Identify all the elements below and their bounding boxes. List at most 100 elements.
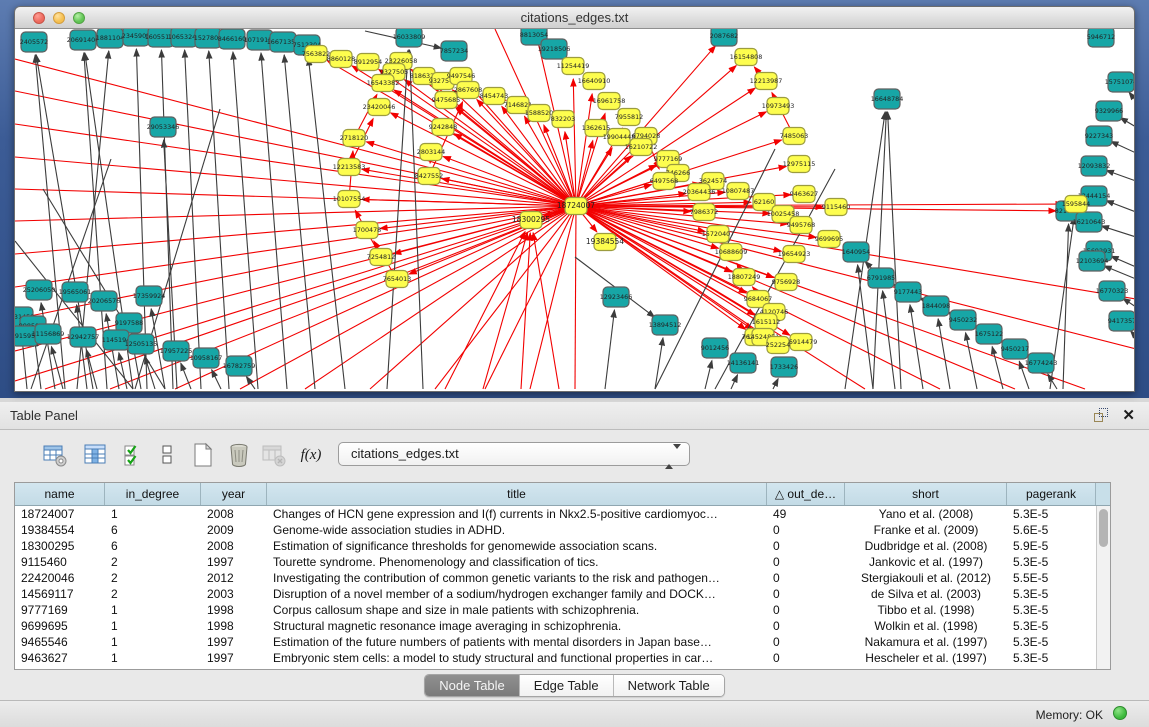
table-row[interactable]: 1938455462009Genome-wide association stu… bbox=[15, 522, 1110, 538]
graph-node[interactable]: 8860128 bbox=[327, 51, 355, 68]
graph-node[interactable]: 9177443 bbox=[894, 282, 922, 302]
graph-node[interactable]: 19218506 bbox=[538, 39, 571, 59]
graph-node[interactable]: 16154808 bbox=[730, 49, 763, 66]
graph-node[interactable]: 12213583 bbox=[333, 159, 366, 176]
graph-node[interactable]: 19654923 bbox=[778, 246, 811, 263]
show-columns-icon[interactable] bbox=[80, 440, 110, 470]
graph-node[interactable]: 12923466 bbox=[600, 287, 633, 307]
table-row[interactable]: 946554611997Estimation of the future num… bbox=[15, 634, 1110, 650]
graph-node[interactable]: 11254419 bbox=[557, 58, 590, 75]
graph-node[interactable]: 9242848 bbox=[429, 119, 457, 136]
graph-node[interactable]: 12093832 bbox=[1078, 156, 1111, 176]
graph-node[interactable]: 9450217 bbox=[1001, 339, 1029, 359]
graph-node[interactable]: 1675122 bbox=[975, 324, 1003, 344]
graph-node[interactable]: 6497568 bbox=[650, 173, 678, 190]
graph-node[interactable]: 9227343 bbox=[1085, 126, 1113, 146]
network-graph-canvas[interactable]: 2405572206914061881104234590516055127106… bbox=[15, 29, 1135, 392]
graph-node[interactable]: 20691406 bbox=[67, 30, 100, 50]
column-header-year[interactable]: year bbox=[201, 483, 267, 505]
graph-node[interactable]: 7485063 bbox=[780, 128, 808, 145]
graph-node[interactable]: 12103694 bbox=[1076, 251, 1109, 271]
graph-node[interactable]: 9417357 bbox=[1108, 311, 1135, 331]
graph-node[interactable]: 2803144 bbox=[417, 144, 445, 161]
tab-node-table[interactable]: Node Table bbox=[425, 675, 520, 696]
graph-node[interactable]: 16210643 bbox=[1073, 212, 1106, 232]
zoom-window-button[interactable] bbox=[73, 12, 85, 24]
graph-node[interactable]: 7955812 bbox=[615, 109, 643, 126]
graph-node[interactable]: 62160 bbox=[753, 194, 775, 211]
column-header-name[interactable]: name bbox=[15, 483, 105, 505]
citation-network-graph[interactable]: 2405572206914061881104234590516055127106… bbox=[15, 29, 1135, 392]
scrollbar-thumb[interactable] bbox=[1099, 509, 1108, 547]
network-window-titlebar[interactable]: citations_edges.txt bbox=[15, 7, 1134, 29]
graph-node[interactable]: 9329966 bbox=[1095, 101, 1123, 121]
graph-node[interactable]: 29053346 bbox=[147, 117, 180, 137]
graph-node[interactable]: 1640954 bbox=[842, 242, 870, 262]
create-column-icon[interactable] bbox=[188, 440, 218, 470]
row-selection-icon[interactable] bbox=[119, 440, 149, 470]
graph-node[interactable]: 10958167 bbox=[190, 348, 223, 368]
table-row[interactable]: 969969511998Structural magnetic resonanc… bbox=[15, 618, 1110, 634]
memory-status-led[interactable] bbox=[1113, 706, 1127, 720]
graph-node[interactable]: 17359924 bbox=[133, 286, 166, 306]
graph-node[interactable]: 2087682 bbox=[710, 29, 738, 46]
graph-node[interactable]: 1733426 bbox=[770, 357, 798, 377]
delete-columns-icon[interactable] bbox=[224, 440, 254, 470]
table-row[interactable]: 946362711997Embryonic stem cells: a mode… bbox=[15, 650, 1110, 666]
graph-node[interactable]: 7857234 bbox=[440, 41, 468, 61]
graph-node[interactable]: 2405572 bbox=[20, 32, 48, 52]
graph-node[interactable]: 6791985 bbox=[867, 268, 895, 288]
float-panel-icon[interactable] bbox=[1093, 408, 1109, 424]
graph-node[interactable]: 832203 bbox=[551, 111, 575, 128]
tab-network-table[interactable]: Network Table bbox=[614, 675, 724, 696]
graph-node[interactable]: 16770323 bbox=[1096, 281, 1129, 301]
graph-node[interactable]: 7986372 bbox=[690, 204, 718, 221]
graph-node[interactable]: 16640910 bbox=[578, 73, 611, 90]
graph-node[interactable]: 8427552 bbox=[415, 168, 443, 185]
graph-node[interactable]: 9699695 bbox=[815, 231, 843, 248]
graph-node[interactable]: 2867608 bbox=[454, 82, 482, 99]
graph-node[interactable]: 9450232 bbox=[949, 310, 977, 330]
graph-node[interactable]: 19565061 bbox=[59, 282, 92, 302]
delete-table-icon[interactable] bbox=[259, 440, 289, 470]
graph-node[interactable]: 17957225 bbox=[160, 341, 193, 361]
graph-node[interactable]: 16782759 bbox=[223, 356, 256, 376]
graph-node[interactable]: 9495768 bbox=[787, 217, 815, 234]
graph-node[interactable]: 9012456 bbox=[701, 338, 729, 358]
graph-node[interactable]: 16648784 bbox=[871, 89, 904, 109]
function-builder-icon[interactable]: f(x) bbox=[296, 440, 326, 470]
graph-node[interactable]: 252254 bbox=[766, 337, 790, 354]
graph-node[interactable]: 9463627 bbox=[790, 186, 818, 203]
graph-node[interactable]: 25206050 bbox=[23, 280, 56, 300]
table-selector-dropdown[interactable]: citations_edges.txt bbox=[338, 442, 690, 466]
table-row[interactable]: 1456911722003Disruption of a novel membe… bbox=[15, 586, 1110, 602]
graph-node[interactable]: 1700478 bbox=[353, 222, 381, 239]
tab-edge-table[interactable]: Edge Table bbox=[520, 675, 614, 696]
column-header-title[interactable]: title bbox=[267, 483, 767, 505]
table-options-icon[interactable] bbox=[40, 440, 70, 470]
graph-node[interactable]: 12975115 bbox=[783, 156, 816, 173]
table-row[interactable]: 977716911998Corpus callosum shape and si… bbox=[15, 602, 1110, 618]
graph-node[interactable]: 1595844 bbox=[1062, 196, 1090, 213]
graph-node[interactable]: 16774243 bbox=[1025, 353, 1058, 373]
graph-node[interactable]: 2718120 bbox=[340, 130, 368, 147]
graph-node[interactable]: 10107554 bbox=[333, 191, 366, 208]
graph-node[interactable]: 9756928 bbox=[772, 274, 800, 291]
graph-node[interactable]: 7654013 bbox=[383, 271, 411, 288]
graph-node[interactable]: 14136141 bbox=[727, 353, 760, 373]
table-row[interactable]: 1830029562008Estimation of significance … bbox=[15, 538, 1110, 554]
graph-node[interactable]: 12213987 bbox=[750, 73, 783, 90]
graph-node[interactable]: 1881104 bbox=[96, 29, 124, 48]
graph-node[interactable]: 9115460 bbox=[822, 199, 850, 216]
graph-node[interactable]: 13894512 bbox=[649, 315, 682, 335]
column-header-in_degree[interactable]: in_degree bbox=[105, 483, 201, 505]
graph-node[interactable]: 16961758 bbox=[593, 93, 626, 110]
graph-node[interactable]: 15751074 bbox=[1105, 72, 1135, 92]
table-row[interactable]: 911546021997Tourette syndrome. Phenomeno… bbox=[15, 554, 1110, 570]
graph-node[interactable]: 5946712 bbox=[1087, 29, 1115, 47]
column-header-short[interactable]: short bbox=[845, 483, 1007, 505]
graph-node[interactable]: 1844098 bbox=[922, 296, 950, 316]
graph-node[interactable]: 1588520 bbox=[525, 105, 553, 122]
table-row[interactable]: 1872400712008Changes of HCN gene express… bbox=[15, 506, 1110, 522]
graph-node[interactable]: 16033809 bbox=[393, 29, 426, 47]
